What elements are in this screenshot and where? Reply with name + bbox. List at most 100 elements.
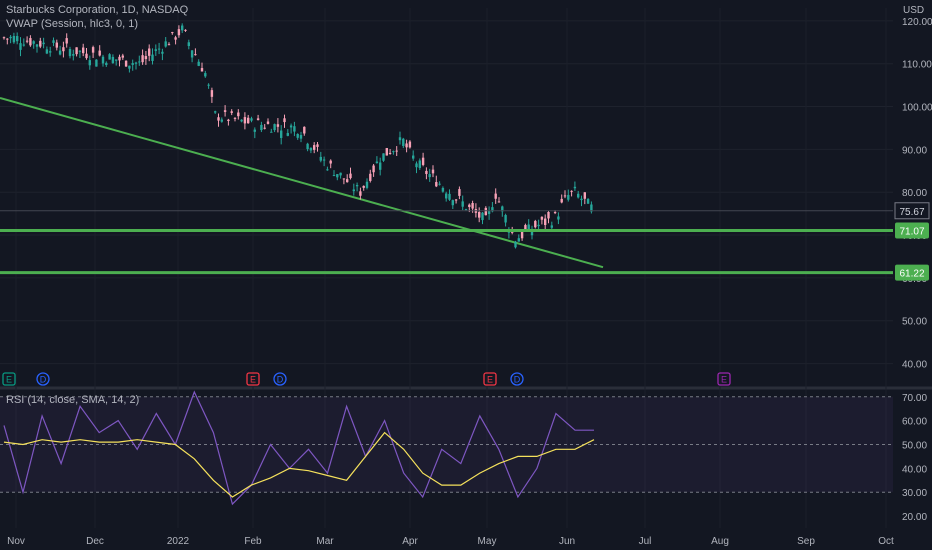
candle-body [369, 173, 372, 181]
candle-body [270, 131, 273, 133]
candle-body [55, 42, 58, 48]
candle-body [550, 225, 553, 228]
candle-body [256, 118, 260, 121]
rsi-tick-label: 50.00 [902, 440, 927, 451]
candle-body [408, 141, 412, 148]
candle-body [85, 53, 88, 59]
candle-body [421, 157, 425, 165]
candle-body [217, 117, 220, 121]
candle-body [425, 170, 428, 174]
candle-body [131, 63, 134, 65]
candle-body [583, 192, 586, 199]
event-marker-label: E [721, 375, 727, 385]
candle-body [75, 47, 78, 55]
candle-body [181, 25, 184, 31]
candle-body [171, 32, 174, 34]
candle-body [167, 44, 171, 46]
candle-body [128, 65, 131, 69]
candle-body [352, 189, 355, 192]
candle-body [42, 42, 45, 45]
candle-body [108, 54, 111, 60]
candle-body [273, 124, 276, 131]
candle-body [517, 238, 520, 242]
candle-body [223, 110, 227, 112]
candle-body [29, 38, 32, 46]
time-tick-label: May [478, 536, 497, 547]
candle-body [415, 163, 418, 168]
candle-body [82, 47, 85, 54]
candle-body [190, 50, 194, 58]
candle-body [243, 117, 247, 124]
candle-body [520, 231, 524, 239]
candle-body [385, 148, 388, 156]
candle-body [6, 38, 9, 40]
candle-body [197, 61, 200, 66]
candle-body [336, 174, 339, 178]
candle-body [22, 44, 25, 46]
candle-body [293, 126, 296, 132]
candle-body [464, 209, 468, 211]
candle-body [577, 193, 580, 198]
candle-body [283, 118, 286, 123]
price-tick-label: 90.00 [902, 145, 927, 156]
candle-body [448, 193, 451, 200]
candle-body [101, 56, 105, 64]
candle-body [540, 216, 544, 220]
rsi-tick-label: 40.00 [902, 464, 927, 475]
candle-body [326, 169, 329, 171]
candle-body [484, 207, 487, 216]
candle-body [309, 147, 313, 151]
price-tick-label: 110.00 [902, 60, 932, 71]
candle-body [263, 127, 266, 129]
candle-body [227, 119, 230, 121]
candle-body [138, 61, 141, 63]
candle-body [161, 51, 164, 54]
candle-body [557, 216, 560, 220]
candle-body [49, 51, 52, 53]
candle-body [154, 49, 157, 51]
candle-body [98, 50, 101, 56]
event-marker-label: D [40, 375, 47, 385]
candle-body [266, 121, 270, 124]
candle-body [19, 43, 22, 50]
candle-body [121, 55, 124, 58]
chart-title: Starbucks Corporation, 1D, NASDAQ [6, 4, 189, 16]
candle-body [375, 161, 379, 164]
candle-body [395, 150, 398, 152]
candle-body [141, 55, 144, 63]
price-tick-label: 40.00 [902, 360, 927, 371]
candle-body [16, 36, 19, 42]
candle-body [65, 38, 68, 44]
candle-body [313, 145, 316, 150]
candle-body [441, 187, 445, 192]
time-tick-label: Sep [797, 536, 815, 547]
candle-body [151, 54, 154, 61]
candle-body [62, 47, 65, 52]
candle-body [494, 193, 497, 199]
candle-body [204, 73, 207, 77]
candle-body [339, 172, 342, 176]
candle-body [563, 195, 567, 197]
candle-body [586, 198, 590, 204]
candle-body [303, 126, 306, 134]
candle-body [220, 119, 223, 122]
candle-body [105, 62, 108, 66]
candle-body [355, 185, 359, 187]
candle-body [124, 60, 128, 67]
candle-body [88, 60, 91, 66]
candle-body [573, 186, 577, 189]
candle-body [91, 47, 95, 53]
candle-body [299, 135, 303, 139]
candle-body [12, 35, 16, 43]
candle-body [250, 118, 253, 121]
candle-body [398, 137, 402, 141]
candle-body [418, 160, 421, 168]
candle-body [280, 130, 283, 138]
candle-body [194, 54, 197, 56]
candle-body [322, 159, 326, 161]
candle-body [174, 37, 177, 40]
candle-body [118, 56, 121, 61]
event-marker-label: D [514, 375, 521, 385]
candle-body [445, 193, 448, 199]
candle-body [379, 162, 382, 170]
